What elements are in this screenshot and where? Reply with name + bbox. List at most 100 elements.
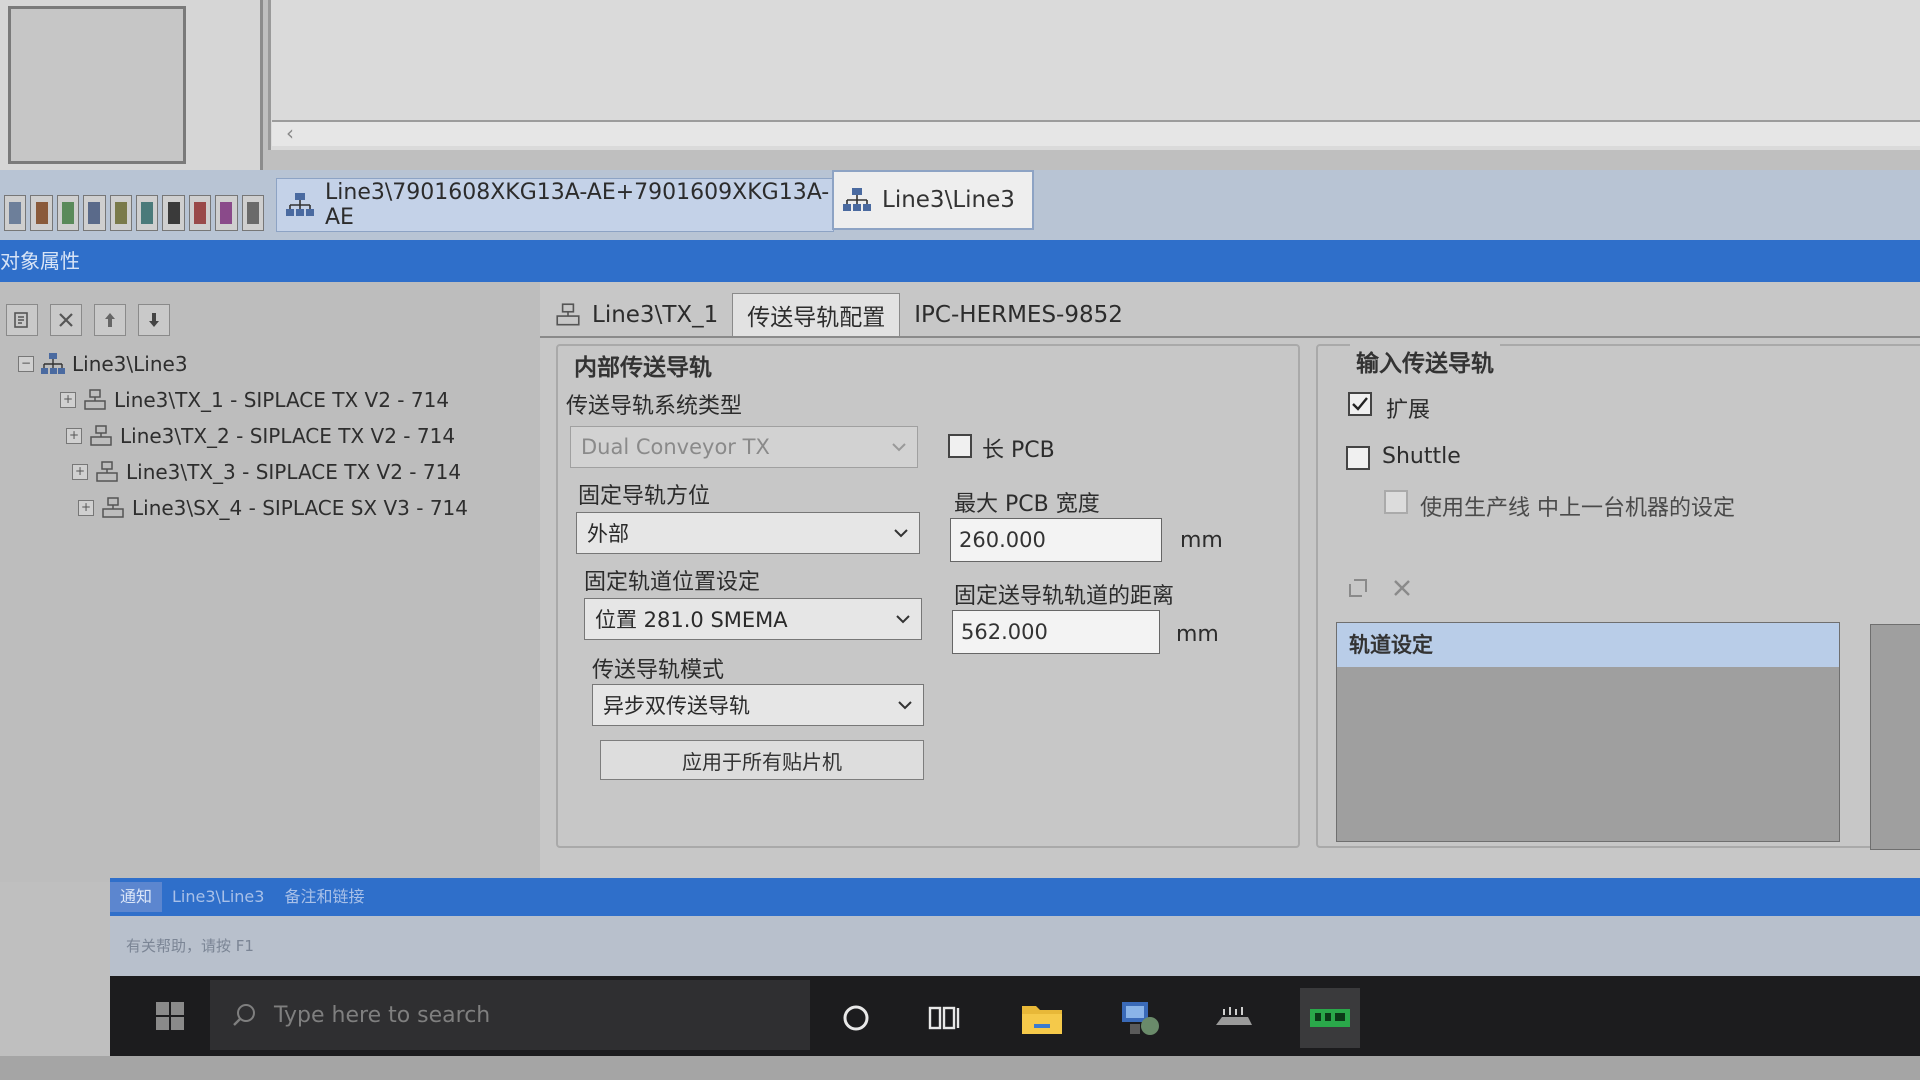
file-explorer-icon[interactable]: [1012, 988, 1072, 1048]
max-pcb-width-unit: mm: [1180, 528, 1223, 553]
use-previous-label: 使用生产线 中上一台机器的设定: [1420, 496, 1735, 521]
line-network-icon: [842, 187, 872, 213]
shuttle-checkbox[interactable]: [1346, 446, 1370, 470]
track-settings-header: 轨道设定: [1337, 623, 1839, 667]
apply-to-all-button[interactable]: 应用于所有贴片机: [600, 740, 924, 780]
toolbar-icon-1[interactable]: [4, 195, 27, 231]
machine-icon: [556, 303, 580, 326]
max-pcb-width-input[interactable]: 260.000: [950, 518, 1162, 562]
search-icon: [233, 1004, 255, 1026]
expand-icon[interactable]: +: [60, 392, 76, 408]
fixed-distance-label: 固定送导轨轨道的距离: [954, 584, 1175, 609]
track-settings-panel[interactable]: 轨道设定: [1336, 622, 1840, 842]
inner-conveyor-title: 内部传送导轨: [568, 348, 718, 382]
expand-icon[interactable]: +: [78, 500, 94, 516]
shuttle-label: Shuttle: [1382, 444, 1461, 469]
toolbar-icon-2[interactable]: [30, 195, 53, 231]
start-button[interactable]: [130, 976, 210, 1056]
fixed-rail-side-label: 固定导轨方位: [578, 484, 711, 509]
scroll-left-arrow-icon[interactable]: ‹: [286, 122, 306, 144]
fixed-distance-input[interactable]: 562.000: [952, 610, 1160, 654]
tree-root-label: Line3\Line3: [72, 352, 188, 376]
tabs-divider: [540, 336, 1920, 338]
use-previous-checkbox[interactable]: [1384, 490, 1408, 514]
network-app-icon[interactable]: [1110, 988, 1170, 1048]
cortana-icon[interactable]: [826, 988, 886, 1048]
chevron-down-icon: [898, 701, 912, 710]
system-type-combo[interactable]: Dual Conveyor TX: [570, 426, 918, 468]
toolbar-icon-8[interactable]: [188, 195, 212, 231]
conveyor-mode-value: 异步双传送导轨: [603, 694, 750, 718]
preview-thumbnail: [8, 6, 186, 164]
system-type-label: 传送导轨系统类型: [566, 394, 743, 419]
document-tab-recipe[interactable]: Line3\7901608XKG13A-AE+7901609XKG13A-AE: [276, 178, 834, 232]
toolbar-icon-10[interactable]: [241, 195, 265, 231]
conveyor-mode-combo[interactable]: 异步双传送导轨: [592, 684, 924, 726]
new-item-icon[interactable]: [6, 304, 38, 336]
tab-notifications[interactable]: 通知: [110, 882, 163, 912]
machine-icon: [90, 425, 112, 446]
long-pcb-checkbox[interactable]: [948, 434, 972, 458]
tree-item-tx3[interactable]: + Line3\TX_3 - SIPLACE TX V2 - 714: [60, 454, 558, 490]
keyboard-app-icon[interactable]: [1204, 988, 1264, 1048]
tab-machine[interactable]: Line3\TX_1: [540, 294, 732, 336]
line-tree: − Line3\Line3 + Line3\TX_1 - SIPLACE TX …: [18, 346, 558, 526]
delete-icon[interactable]: [1390, 576, 1414, 600]
tree-item-label: Line3\TX_3 - SIPLACE TX V2 - 714: [126, 460, 462, 484]
machine-icon: [84, 389, 106, 410]
input-conveyor-title: 输入传送导轨: [1350, 344, 1500, 378]
tab-label: IPC-HERMES-9852: [914, 302, 1123, 328]
delete-icon[interactable]: [50, 304, 82, 336]
fixed-track-position-value: 位置 281.0 SMEMA: [595, 608, 788, 632]
expand-icon[interactable]: +: [66, 428, 82, 444]
horizontal-scrollbar[interactable]: ‹: [272, 120, 1920, 146]
tab-label: Line3\TX_1: [592, 302, 719, 328]
tree-item-label: Line3\TX_1 - SIPLACE TX V2 - 714: [114, 388, 450, 412]
extend-checkbox[interactable]: [1348, 392, 1372, 416]
tab-label: 传送导轨配置: [747, 305, 886, 331]
taskbar-search[interactable]: Type here to search: [210, 980, 810, 1050]
fixed-track-position-combo[interactable]: 位置 281.0 SMEMA: [584, 598, 922, 640]
fixed-rail-side-value: 外部: [587, 522, 629, 546]
toolbar-icon-3[interactable]: [56, 195, 80, 231]
tree-item-sx4[interactable]: + Line3\SX_4 - SIPLACE SX V3 - 714: [60, 490, 558, 526]
document-tab-line[interactable]: Line3\Line3: [832, 170, 1034, 230]
tab-line[interactable]: Line3\Line3: [162, 882, 274, 912]
extend-label: 扩展: [1386, 398, 1431, 423]
system-type-value: Dual Conveyor TX: [581, 435, 770, 459]
collapse-icon[interactable]: −: [18, 356, 34, 372]
status-bar: 有关帮助，请按 F1: [110, 916, 1920, 976]
tree-item-label: Line3\SX_4 - SIPLACE SX V3 - 714: [132, 496, 469, 520]
new-track-icon[interactable]: [1346, 576, 1370, 600]
toolbar-icon-9[interactable]: [215, 195, 238, 231]
windows-logo-icon: [156, 1002, 184, 1030]
toolbar-icon-5[interactable]: [109, 195, 133, 231]
tab-ipc-hermes[interactable]: IPC-HERMES-9852: [900, 294, 1137, 336]
fixed-rail-side-combo[interactable]: 外部: [576, 512, 920, 554]
tab-notes-links[interactable]: 备注和链接: [274, 882, 374, 912]
tree-item-tx2[interactable]: + Line3\TX_2 - SIPLACE TX V2 - 714: [60, 418, 558, 454]
task-view-icon[interactable]: [914, 988, 974, 1048]
move-down-icon[interactable]: [138, 304, 170, 336]
expand-icon[interactable]: +: [72, 464, 88, 480]
chevron-down-icon: [896, 615, 910, 624]
conveyor-mode-label: 传送导轨模式: [592, 658, 725, 683]
line-network-icon: [41, 353, 65, 374]
tab-conveyor-config[interactable]: 传送导轨配置: [732, 293, 901, 336]
object-properties-header: 对象属性: [0, 240, 1920, 282]
line-network-icon: [285, 192, 315, 218]
search-placeholder: Type here to search: [274, 1002, 491, 1028]
toolbar-icon-4[interactable]: [83, 195, 106, 231]
green-app-icon[interactable]: [1300, 988, 1360, 1048]
toolbar-icon-7[interactable]: [162, 195, 185, 231]
tree-item-tx1[interactable]: + Line3\TX_1 - SIPLACE TX V2 - 714: [60, 382, 558, 418]
long-pcb-label: 长 PCB: [982, 438, 1055, 463]
tree-item-label: Line3\TX_2 - SIPLACE TX V2 - 714: [120, 424, 456, 448]
move-up-icon[interactable]: [94, 304, 126, 336]
machine-icon: [96, 461, 118, 482]
toolbar-icon-6[interactable]: [136, 195, 159, 231]
document-tab-label: Line3\7901608XKG13A-AE+7901609XKG13A-AE: [325, 180, 830, 230]
chevron-down-icon: [894, 529, 908, 538]
tree-root[interactable]: − Line3\Line3: [18, 346, 558, 382]
output-tab-bar: 通知 Line3\Line3 备注和链接: [110, 878, 1920, 916]
